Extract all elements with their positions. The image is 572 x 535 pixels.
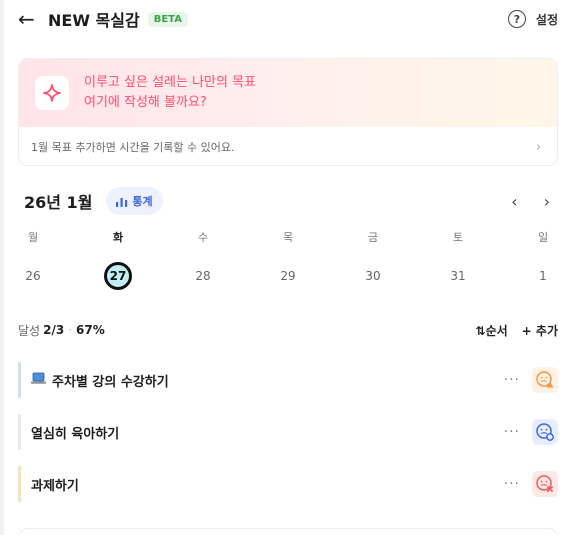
goal-prompt-line1: 이루고 싶은 설레는 나만의 목표: [84, 75, 257, 90]
date-cell[interactable]: 1: [528, 262, 558, 290]
sparkle-icon: [35, 76, 69, 110]
next-week-icon[interactable]: ›: [544, 192, 550, 211]
page-title: NEW 목실감: [48, 11, 140, 30]
order-label: 순서: [485, 323, 508, 338]
laptop-icon: [31, 372, 46, 389]
progress-row: 달성 2/3 · 67% ⇅순서 + 추가: [18, 318, 558, 342]
todo-title-wrap: 주차별 강의 수강하기: [31, 371, 169, 390]
goal-footer-text: 1월 목표 추가하면 시간을 기록할 수 있어요.: [31, 141, 235, 154]
todo-item[interactable]: 주차별 강의 수강하기 ···: [18, 362, 558, 398]
goal-banner[interactable]: 이루고 싶은 설레는 나만의 목표 여기에 작성해 볼까요?: [19, 59, 557, 127]
weekday-label: 수: [197, 231, 209, 244]
month-label: 26년 1월: [24, 193, 93, 212]
date-cell[interactable]: 31: [443, 262, 473, 290]
weekday-label: 토: [452, 231, 464, 244]
date-cell[interactable]: 29: [273, 262, 303, 290]
todo-item[interactable]: 과제하기 ···: [18, 466, 558, 502]
stats-button[interactable]: 통계: [106, 187, 163, 215]
settings-button[interactable]: 설정: [536, 11, 558, 28]
bar-chart-icon: [116, 197, 128, 207]
todo-item[interactable]: 열심히 육아하기 ···: [18, 414, 558, 450]
week-strip: 월 화 수 목 금 토 일 26 27 28 29 30 31 1: [18, 228, 558, 290]
date-cell[interactable]: 26: [18, 262, 48, 290]
stats-label: 통계: [132, 195, 153, 208]
goal-prompt-line2: 여기에 작성해 볼까요?: [84, 95, 207, 110]
todo-title-wrap: 열심히 육아하기: [31, 423, 119, 442]
weekday-label: 일: [537, 231, 549, 244]
date-cell[interactable]: 28: [188, 262, 218, 290]
chevron-right-icon: ›: [535, 139, 541, 155]
add-label: 추가: [535, 323, 558, 338]
date-cell-today[interactable]: 27: [103, 262, 133, 290]
todo-title: 과제하기: [31, 478, 79, 494]
more-options-icon[interactable]: ···: [504, 476, 520, 492]
beta-badge: BETA: [147, 11, 188, 27]
left-rail: [0, 0, 4, 535]
todo-title: 열심히 육아하기: [31, 426, 120, 442]
weekday-label: 목: [282, 231, 294, 244]
prev-week-icon[interactable]: ‹: [511, 192, 517, 211]
face-x-icon[interactable]: [532, 471, 558, 497]
more-options-icon[interactable]: ···: [504, 424, 520, 440]
header: ← NEW 목실감 BETA ? 설정: [18, 6, 558, 32]
month-row: 26년 1월 통계 ‹ ›: [24, 186, 558, 216]
todo-title-wrap: 과제하기: [31, 475, 79, 494]
todo-title: 주차별 강의 수강하기: [52, 374, 169, 390]
back-arrow-icon[interactable]: ←: [18, 9, 40, 29]
more-options-icon[interactable]: ···: [504, 372, 520, 388]
todo-color-bar: [18, 414, 21, 450]
todo-color-bar: [18, 466, 21, 502]
progress-separator: ·: [68, 323, 73, 337]
face-warning-icon[interactable]: [532, 367, 558, 393]
sort-icon: ⇅: [475, 323, 486, 338]
progress-count: 2/3: [43, 323, 65, 337]
plus-icon: +: [521, 323, 536, 338]
progress-label: 달성: [18, 323, 41, 338]
question-circle-icon[interactable]: ?: [507, 10, 526, 28]
add-button[interactable]: + 추가: [522, 322, 558, 339]
todo-color-bar: [18, 362, 21, 398]
date-cell[interactable]: 30: [358, 262, 388, 290]
face-check-icon[interactable]: [532, 419, 558, 445]
goal-card[interactable]: 이루고 싶은 설레는 나만의 목표 여기에 작성해 볼까요? 1월 목표 추가하…: [18, 58, 558, 166]
weekday-label: 월: [27, 231, 39, 244]
weekday-label: 화: [112, 231, 124, 244]
progress-percent: 67%: [76, 323, 105, 337]
order-button[interactable]: ⇅순서: [476, 322, 508, 339]
weekday-label: 금: [367, 231, 379, 244]
goal-footer[interactable]: 1월 목표 추가하면 시간을 기록할 수 있어요. ›: [19, 127, 557, 165]
bottom-card: [18, 528, 558, 535]
